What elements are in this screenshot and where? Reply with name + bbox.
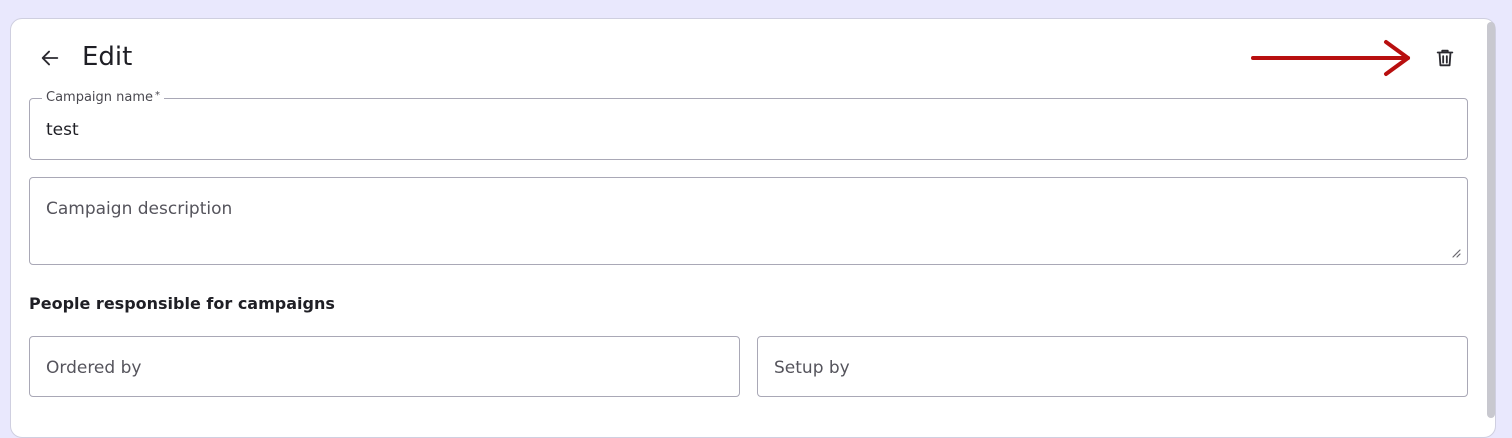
annotation-arrow [1251,40,1410,76]
arrow-left-icon [41,50,59,66]
campaign-name-label-text: Campaign name [46,90,154,105]
page-title: Edit [82,42,133,72]
scrollbar[interactable] [1487,22,1495,418]
setup-by-input[interactable]: Setup by [774,357,850,379]
resize-handle-icon[interactable] [1451,248,1461,258]
ordered-by-input[interactable]: Ordered by [46,357,141,379]
campaign-name-label: Campaign name * [42,90,165,106]
campaign-name-field[interactable]: Campaign name * test [29,90,1468,160]
delete-button[interactable] [1432,45,1458,71]
trash-icon [1436,49,1454,67]
campaign-description-input[interactable]: Campaign description [46,198,232,220]
ordered-by-field[interactable]: Ordered by [29,336,740,397]
campaign-name-input[interactable]: test [46,119,79,141]
responsible-section-heading: People responsible for campaigns [29,294,335,313]
required-mark: * [155,90,161,101]
back-button[interactable] [38,46,62,70]
setup-by-field[interactable]: Setup by [757,336,1468,397]
campaign-description-field[interactable]: Campaign description [29,177,1468,265]
